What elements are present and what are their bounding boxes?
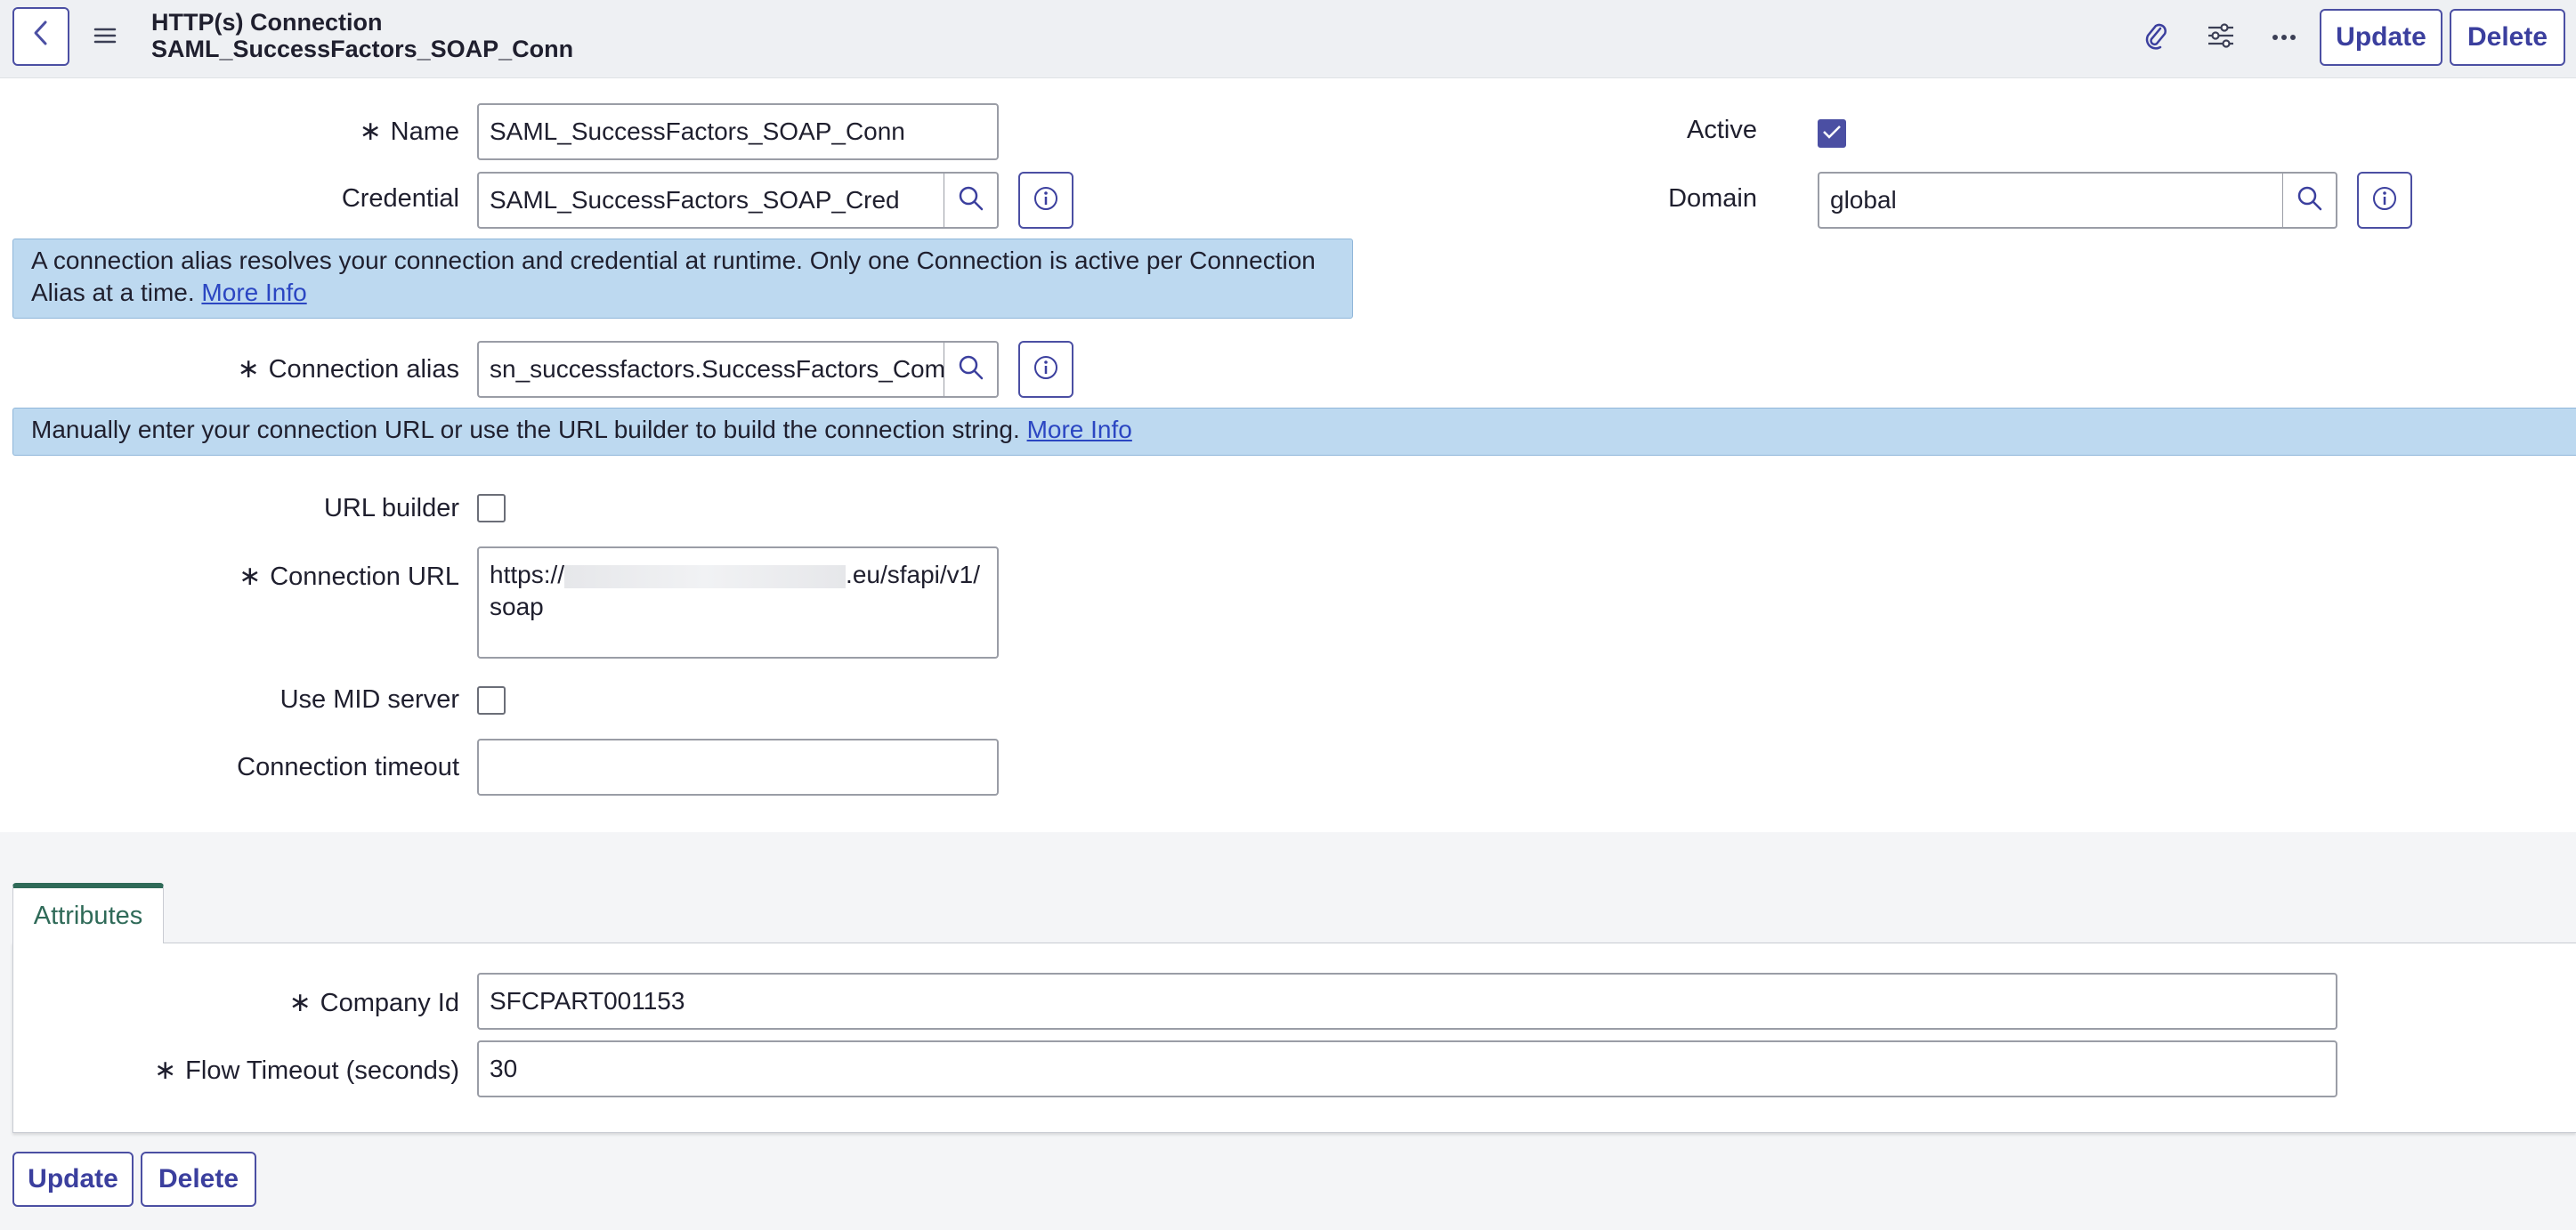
url-builder-checkbox[interactable] <box>477 494 506 522</box>
asterisk-icon: ∗ <box>288 988 312 1017</box>
active-checkbox[interactable] <box>1818 119 1846 148</box>
asterisk-icon: ∗ <box>154 1056 177 1085</box>
connection-url-label: Connection URL <box>270 562 459 591</box>
delete-button-header[interactable]: Delete <box>2450 9 2565 66</box>
ellipsis-icon <box>2272 29 2297 45</box>
connection-alias-label: Connection alias <box>268 355 459 384</box>
connection-timeout-input[interactable] <box>477 739 999 796</box>
name-label-row: ∗ Name <box>360 116 460 147</box>
mid-server-label: Use MID server <box>279 685 459 714</box>
asterisk-icon: ∗ <box>239 562 262 591</box>
menu-button[interactable] <box>87 20 123 55</box>
connection-alias-info-button[interactable] <box>1018 341 1073 398</box>
attributes-panel <box>12 943 2576 1133</box>
connection-url-label-row: ∗ Connection URL <box>239 561 459 592</box>
tab-attributes[interactable]: Attributes <box>12 883 164 943</box>
mid-server-checkbox[interactable] <box>477 686 506 715</box>
connection-url-prefix: https:// <box>490 561 565 588</box>
alias-more-info-link[interactable]: More Info <box>201 279 306 306</box>
record-name: SAML_SuccessFactors_SOAP_Conn <box>151 36 574 62</box>
checkmark-icon <box>1822 124 1842 144</box>
domain-info-button[interactable] <box>2357 172 2412 229</box>
page-title: HTTP(s) Connection <box>151 9 383 36</box>
personalize-button[interactable] <box>2203 20 2239 55</box>
connection-url-suffix: .eu/sfapi/v1/ <box>846 561 981 588</box>
name-label: Name <box>390 117 459 146</box>
back-button[interactable] <box>12 7 69 66</box>
url-info-banner: Manually enter your connection URL or us… <box>12 408 2576 456</box>
company-id-label-row: ∗ Company Id <box>289 987 460 1018</box>
search-icon <box>958 185 984 216</box>
connection-alias-label-row: ∗ Connection alias <box>237 353 459 384</box>
connection-url-textarea[interactable]: https:// .eu/sfapi/v1/ soap <box>477 546 999 659</box>
active-label: Active <box>1687 116 1757 144</box>
credential-info-button[interactable] <box>1018 172 1073 229</box>
redacted-host <box>564 564 847 588</box>
alias-info-banner: A connection alias resolves your connect… <box>12 239 1353 319</box>
name-input[interactable]: SAML_SuccessFactors_SOAP_Conn <box>477 103 999 160</box>
connection-url-line2: soap <box>490 593 544 620</box>
search-icon <box>2297 185 2323 216</box>
url-more-info-link[interactable]: More Info <box>1027 416 1132 443</box>
asterisk-icon: ∗ <box>359 117 382 146</box>
connection-alias-lookup-button[interactable] <box>944 341 999 398</box>
update-button-header[interactable]: Update <box>2320 9 2442 66</box>
url-banner-text: Manually enter your connection URL or us… <box>31 416 1020 443</box>
info-icon <box>1033 185 1059 216</box>
flow-timeout-label: Flow Timeout (seconds) <box>185 1056 459 1085</box>
flow-timeout-label-row: ∗ Flow Timeout (seconds) <box>154 1055 459 1086</box>
hamburger-menu-icon <box>93 27 117 49</box>
attachment-button[interactable] <box>2138 20 2174 55</box>
connection-alias-input[interactable]: sn_successfactors.SuccessFactors_Comp <box>477 341 945 398</box>
sliders-icon <box>2207 22 2235 53</box>
paperclip-icon <box>2143 20 2168 55</box>
delete-button-footer[interactable]: Delete <box>141 1152 256 1207</box>
company-id-input[interactable]: SFCPART001153 <box>477 973 2337 1030</box>
credential-input[interactable]: SAML_SuccessFactors_SOAP_Cred <box>477 172 945 229</box>
search-icon <box>958 354 984 385</box>
asterisk-icon: ∗ <box>237 354 260 384</box>
update-button-footer[interactable]: Update <box>12 1152 134 1207</box>
company-id-label: Company Id <box>320 989 459 1017</box>
info-icon <box>1033 354 1059 385</box>
domain-input[interactable]: global <box>1818 172 2284 229</box>
domain-lookup-button[interactable] <box>2282 172 2337 229</box>
credential-label: Credential <box>341 184 459 213</box>
domain-label: Domain <box>1668 184 1757 213</box>
connection-timeout-label: Connection timeout <box>237 753 459 781</box>
info-icon <box>2371 185 2398 216</box>
flow-timeout-input[interactable]: 30 <box>477 1040 2337 1097</box>
more-options-button[interactable] <box>2266 20 2302 55</box>
url-builder-label: URL builder <box>323 494 459 522</box>
chevron-left-icon <box>31 20 51 53</box>
credential-lookup-button[interactable] <box>944 172 999 229</box>
